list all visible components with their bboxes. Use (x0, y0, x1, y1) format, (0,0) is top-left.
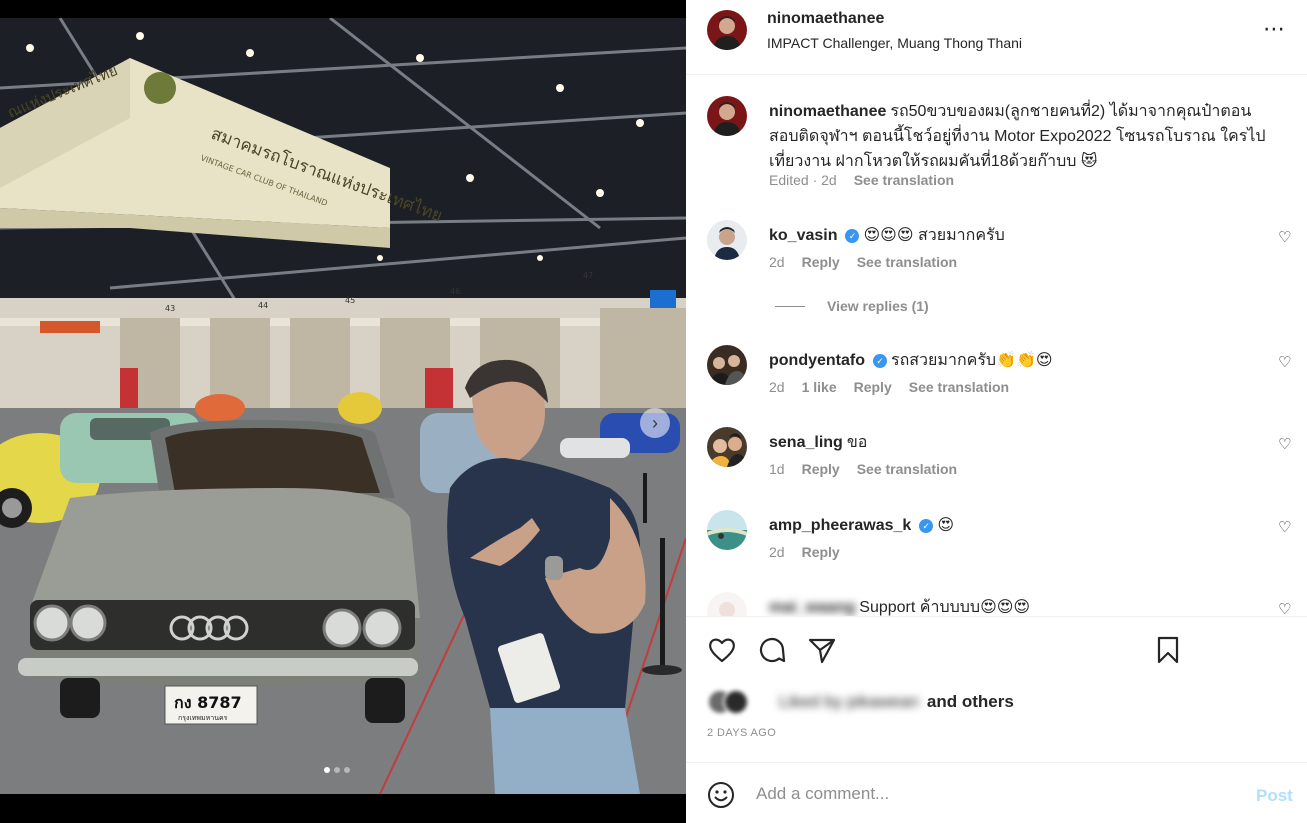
comment-body: 😍 (937, 517, 954, 534)
next-photo-button[interactable]: › (640, 408, 670, 438)
caption-edited: Edited · 2d (769, 172, 837, 188)
comment-text: ko_vasin ✓ 😍😍😍 สวยมากครับ (769, 223, 1279, 248)
svg-text:43: 43 (165, 304, 175, 313)
comment-username[interactable]: ko_vasin (769, 227, 837, 244)
more-options-button[interactable]: ⋯ (1263, 16, 1286, 42)
comment-like-heart-icon[interactable]: ♡ (1278, 228, 1291, 246)
emoji-button[interactable] (706, 780, 736, 810)
comments-section[interactable]: ninomaethanee รถ50ขวบของผม(ลูกชายคนที่2) … (686, 76, 1307, 616)
post-media: ณแห่งประเทศไทย สมาคมรถโบราณแห่งประเทศไทย… (0, 0, 686, 823)
chevron-right-icon: › (652, 412, 658, 433)
and-others-text[interactable]: and others (927, 692, 1014, 712)
caption-meta: Edited · 2d See translation (769, 172, 954, 188)
verified-icon: ✓ (845, 229, 860, 243)
comment-meta: 2d Reply (769, 544, 840, 560)
comment-meta: 2d 1 like Reply See translation (769, 379, 1009, 395)
caption-text: ninomaethanee รถ50ขวบของผม(ลูกชายคนที่2) … (769, 99, 1274, 174)
comment-time: 1d (769, 461, 785, 477)
replies-divider (775, 305, 805, 307)
comment-time: 2d (769, 544, 785, 560)
comment-text: mai_waang Support ค้าบบบบ😍😍😍 (769, 595, 1279, 616)
author-username[interactable]: ninomaethanee (767, 10, 884, 28)
comment-body: 😍😍😍 สวยมากครับ (863, 227, 1005, 244)
emoji-icon (708, 782, 734, 808)
comment-time: 2d (769, 254, 785, 270)
caption-username[interactable]: ninomaethanee (769, 103, 886, 120)
svg-text:45: 45 (345, 296, 355, 305)
post-comment-button[interactable]: Post (1256, 786, 1293, 806)
add-comment-input[interactable] (756, 776, 1236, 812)
comment-avatar[interactable] (707, 510, 747, 550)
add-comment-bar: Post (686, 762, 1307, 823)
photo-scene: ณแห่งประเทศไทย สมาคมรถโบราณแห่งประเทศไทย… (0, 18, 686, 794)
carousel-dot-3 (344, 767, 350, 773)
see-translation-button[interactable]: See translation (857, 461, 957, 477)
comment-text: amp_pheerawas_k ✓ 😍 (769, 513, 1279, 538)
svg-text:กง 8787: กง 8787 (174, 693, 242, 712)
comment-text: sena_ling ขอ (769, 430, 1279, 455)
view-replies-button[interactable]: View replies (1) (775, 298, 929, 314)
comment-time: 2d (769, 379, 785, 395)
comment-body: ขอ (846, 434, 868, 451)
comment-avatar[interactable] (707, 592, 747, 616)
heart-icon (709, 638, 735, 663)
comment-like-heart-icon[interactable]: ♡ (1278, 600, 1291, 616)
carousel-dots (324, 767, 350, 773)
verified-icon: ✓ (919, 519, 934, 533)
comment-avatar[interactable] (707, 427, 747, 467)
comment-text: pondyentafo ✓ รถสวยมากครับ👏👏😍 (769, 348, 1279, 373)
comment-username[interactable]: sena_ling (769, 434, 843, 451)
share-button[interactable] (807, 635, 837, 665)
see-translation-button[interactable]: See translation (857, 254, 957, 270)
see-translation-button[interactable]: See translation (909, 379, 1009, 395)
svg-text:44: 44 (258, 301, 268, 310)
svg-text:47: 47 (583, 271, 593, 280)
comment-username[interactable]: amp_pheerawas_k (769, 517, 911, 534)
comment-meta: 1d Reply See translation (769, 461, 957, 477)
comment-body: Support ค้าบบบบ😍😍😍 (859, 599, 1031, 616)
svg-text:กรุงเทพมหานคร: กรุงเทพมหานคร (178, 714, 228, 722)
author-avatar[interactable] (707, 10, 747, 50)
view-replies-label: View replies (1) (827, 298, 929, 314)
comment-likes-count[interactable]: 1 like (802, 379, 837, 395)
reply-button[interactable]: Reply (802, 461, 840, 477)
post-actions: Liked by pikawean and others 2 DAYS AGO (686, 616, 1307, 762)
reply-button[interactable]: Reply (854, 379, 892, 395)
comment-button[interactable] (757, 635, 787, 665)
more-icon: ⋯ (1263, 16, 1286, 41)
post-photo: ณแห่งประเทศไทย สมาคมรถโบราณแห่งประเทศไทย… (0, 18, 686, 794)
caption-avatar[interactable] (707, 96, 747, 136)
comment-like-heart-icon[interactable]: ♡ (1278, 353, 1291, 371)
post-timestamp[interactable]: 2 DAYS AGO (707, 727, 776, 739)
reply-button[interactable]: Reply (802, 254, 840, 270)
svg-text:46: 46 (450, 287, 460, 296)
comment-like-heart-icon[interactable]: ♡ (1278, 435, 1291, 453)
comment-meta: 2d Reply See translation (769, 254, 957, 270)
share-icon (808, 638, 836, 664)
likes-summary[interactable]: Liked by pikawean and others (707, 689, 1014, 715)
post-header: ninomaethanee IMPACT Challenger, Muang T… (686, 0, 1307, 75)
like-button[interactable] (707, 635, 737, 665)
reply-button[interactable]: Reply (802, 544, 840, 560)
caption-see-translation[interactable]: See translation (854, 172, 954, 188)
comment-username[interactable]: mai_waang (769, 599, 855, 616)
comment-icon (759, 637, 786, 663)
post-panel: ninomaethanee IMPACT Challenger, Muang T… (686, 0, 1307, 823)
verified-icon: ✓ (873, 354, 887, 368)
bookmark-icon (1157, 636, 1179, 664)
comment-like-heart-icon[interactable]: ♡ (1278, 518, 1291, 536)
liker-avatars (707, 689, 771, 715)
liked-by-text: Liked by pikawean (779, 692, 919, 711)
post-location[interactable]: IMPACT Challenger, Muang Thong Thani (767, 35, 1022, 51)
carousel-dot-2 (334, 767, 340, 773)
comment-avatar[interactable] (707, 220, 747, 260)
comment-username[interactable]: pondyentafo (769, 352, 865, 369)
comment-avatar[interactable] (707, 345, 747, 385)
comment-body: รถสวยมากครับ👏👏😍 (891, 352, 1053, 369)
carousel-dot-1 (324, 767, 330, 773)
save-button[interactable] (1153, 635, 1183, 665)
